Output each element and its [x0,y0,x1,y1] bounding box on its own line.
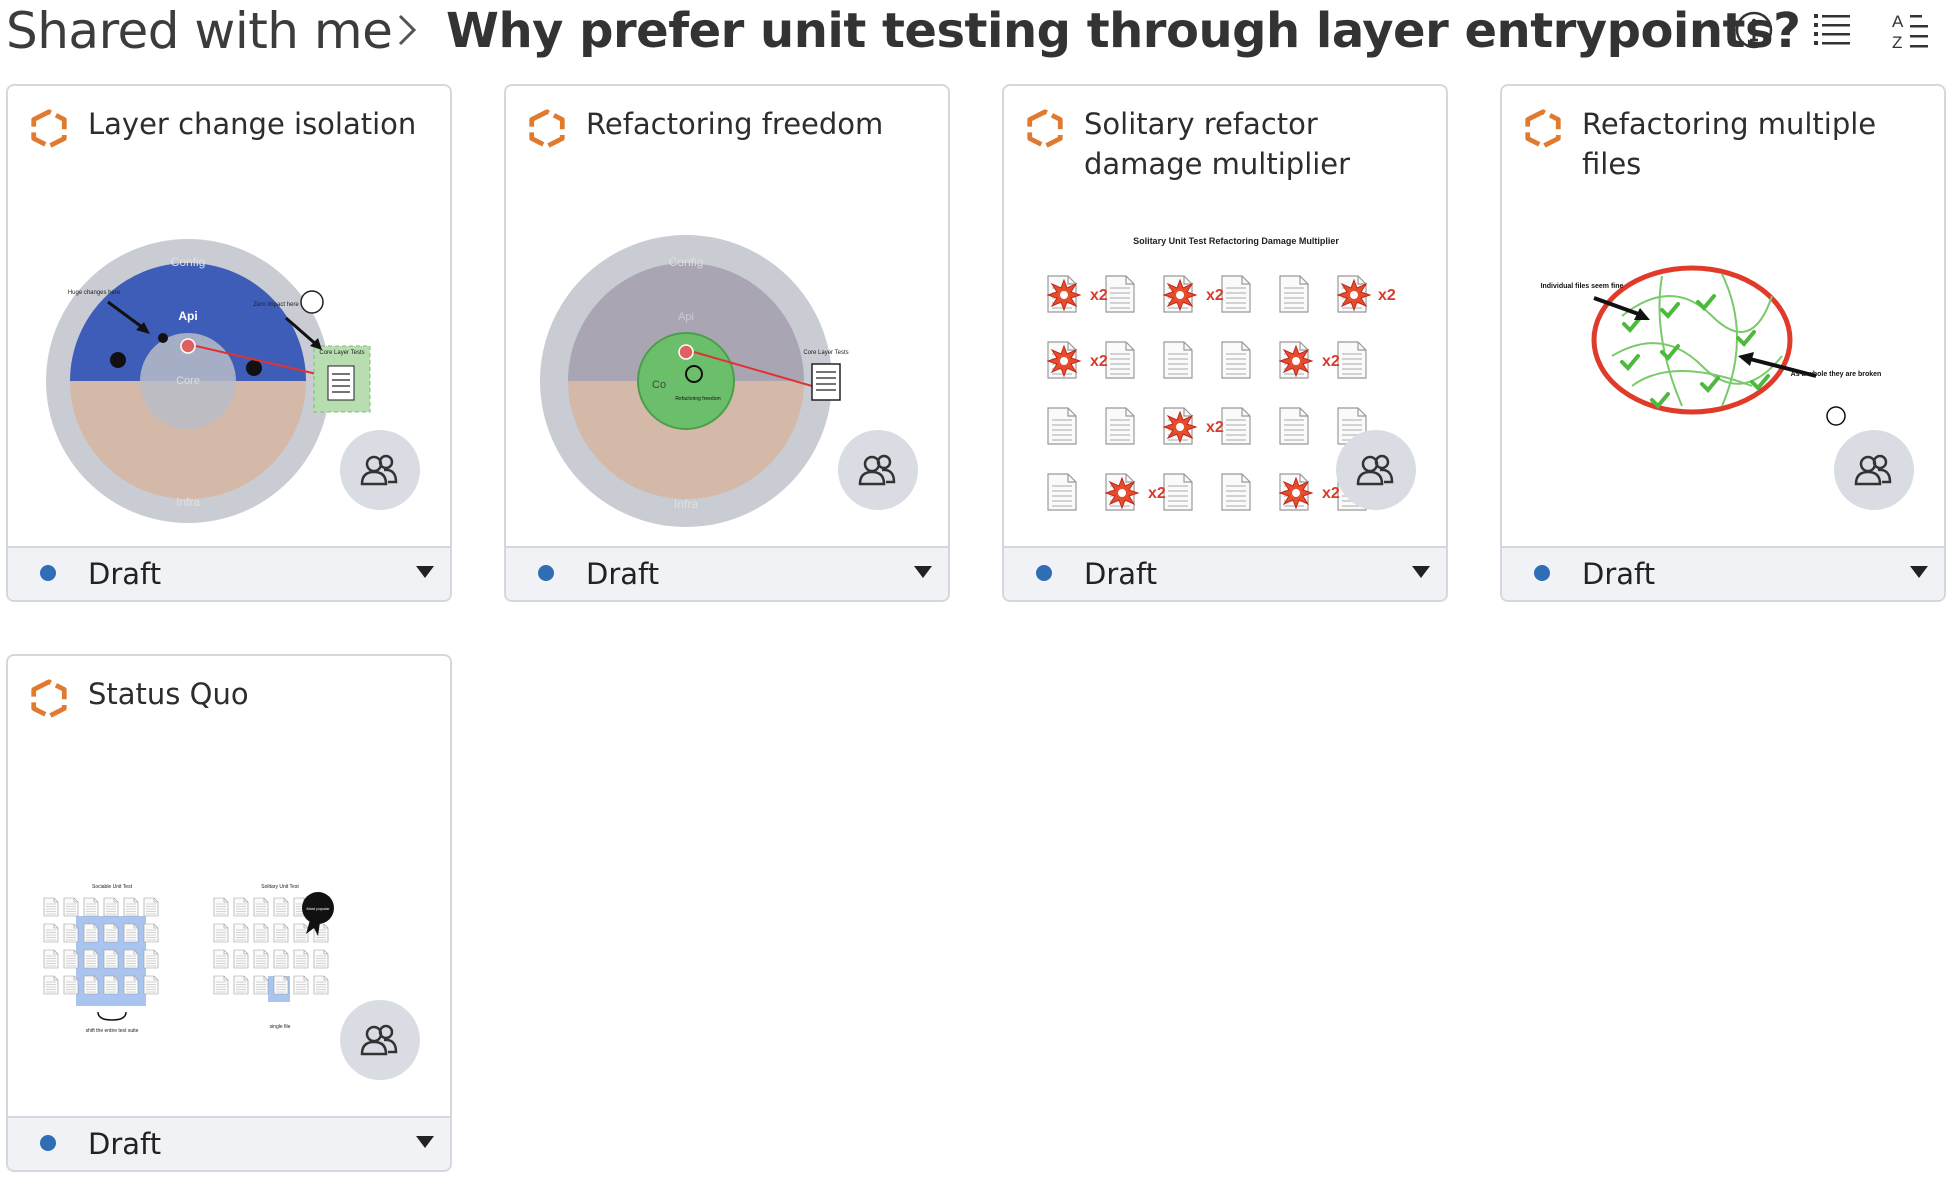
status-dropdown[interactable]: Draft [1502,546,1944,600]
multiplier-label: x2 [1206,419,1224,436]
multiplier-label: x2 [1148,485,1166,502]
card-header: Refactoring freedom [506,86,948,206]
people-icon [360,454,398,486]
status-dot [40,1135,56,1151]
badge-label: Most popular [306,906,330,911]
status-dropdown[interactable]: Draft [506,546,948,600]
card-title[interactable]: Refactoring freedom [586,104,936,144]
ring-label-core: Co [652,379,666,391]
sort-az-icon[interactable]: A Z [1886,6,1934,54]
page-header: Shared with me Why prefer unit testing t… [0,0,1958,62]
share-button[interactable] [1336,430,1416,510]
tests-label: Core Layer Tests [803,350,848,356]
svg-text:Z: Z [1892,33,1902,52]
left-title: Sociable Unit Test [92,884,133,890]
right-note: single file [270,1024,291,1030]
thumb-heading: Solitary Unit Test Refactoring Damage Mu… [1133,236,1339,246]
app-logo-icon [28,108,70,150]
status-dot [538,565,554,581]
status-label: Draft [586,557,660,591]
card-header: Refactoring multiple files [1502,86,1944,206]
caret-down-icon [1412,566,1430,578]
note-huge-changes: Huge changes here [68,290,121,296]
status-dropdown[interactable]: Draft [1004,546,1446,600]
share-button[interactable] [340,1000,420,1080]
multiplier-label: x2 [1090,353,1108,370]
card-header: Layer change isolation [8,86,450,206]
doc-grid [1047,275,1367,511]
multiplier-label: x2 [1322,353,1340,370]
note-individual-files: Individual files seem fine [1541,283,1624,290]
chevron-right-icon [398,14,417,46]
multiplier-label: x2 [1378,287,1396,304]
app-logo-icon [526,108,568,150]
tests-label: Core Layer Tests [319,350,364,356]
caret-down-icon [416,566,434,578]
left-note: shift the entire test suite [86,1028,139,1034]
multiplier-label: x2 [1090,287,1108,304]
ring-label-api: Api [678,311,694,323]
list-view-icon[interactable] [1808,6,1856,54]
multiplier-label: x2 [1322,485,1340,502]
diagram-card[interactable]: Refactoring freedom Config Api Co Infra … [504,84,950,602]
diagram-card[interactable]: Layer change isolation Core Api Config I… [6,84,452,602]
status-dot [40,565,56,581]
status-label: Draft [88,1127,162,1161]
status-dropdown[interactable]: Draft [8,546,450,600]
card-title[interactable]: Refactoring multiple files [1582,104,1932,184]
ring-label-infra: Infra [674,497,698,511]
card-title[interactable]: Status Quo [88,674,438,714]
ring-label-infra: Infra [176,495,200,509]
app-logo-icon [1024,108,1066,150]
multiplier-label: x2 [1206,287,1224,304]
info-icon[interactable] [1730,6,1778,54]
status-dropdown[interactable]: Draft [8,1116,450,1170]
diagram-card[interactable]: Solitary refactor damage multiplier Soli… [1002,84,1448,602]
status-label: Draft [88,557,162,591]
diagram-card[interactable]: Status Quo Sociable Unit Test shift the … [6,654,452,1172]
people-icon [1356,454,1394,486]
caret-down-icon [1910,566,1928,578]
damage-markers [1047,279,1371,509]
ring-label-api: Api [178,309,197,323]
svg-text:A: A [1892,12,1904,31]
ring-label-config: Config [171,255,206,269]
ring-label-core: Core [176,375,200,387]
app-logo-icon [1522,108,1564,150]
status-dot [1534,565,1550,581]
card-title[interactable]: Solitary refactor damage multiplier [1084,104,1434,184]
page-title: Why prefer unit testing through layer en… [446,3,1801,59]
share-button[interactable] [838,430,918,510]
status-label: Draft [1084,557,1158,591]
caret-down-icon [914,566,932,578]
share-button[interactable] [340,430,420,510]
diagram-card[interactable]: Refactoring multiple files Individual fi… [1500,84,1946,602]
people-icon [360,1024,398,1056]
people-icon [1854,454,1892,486]
status-label: Draft [1582,557,1656,591]
zone-label: Refactoring freedom [675,396,720,402]
ring-label-config: Config [669,255,704,269]
people-icon [858,454,896,486]
card-header: Solitary refactor damage multiplier [1004,86,1446,206]
status-dot [1036,565,1052,581]
right-title: Solitary Unit Test [261,884,299,890]
card-header: Status Quo [8,656,450,776]
note-zero-impact: Zero impact here [253,302,299,308]
breadcrumb-root[interactable]: Shared with me [6,0,393,62]
app-logo-icon [28,678,70,720]
caret-down-icon [416,1136,434,1148]
card-title[interactable]: Layer change isolation [88,104,438,144]
share-button[interactable] [1834,430,1914,510]
